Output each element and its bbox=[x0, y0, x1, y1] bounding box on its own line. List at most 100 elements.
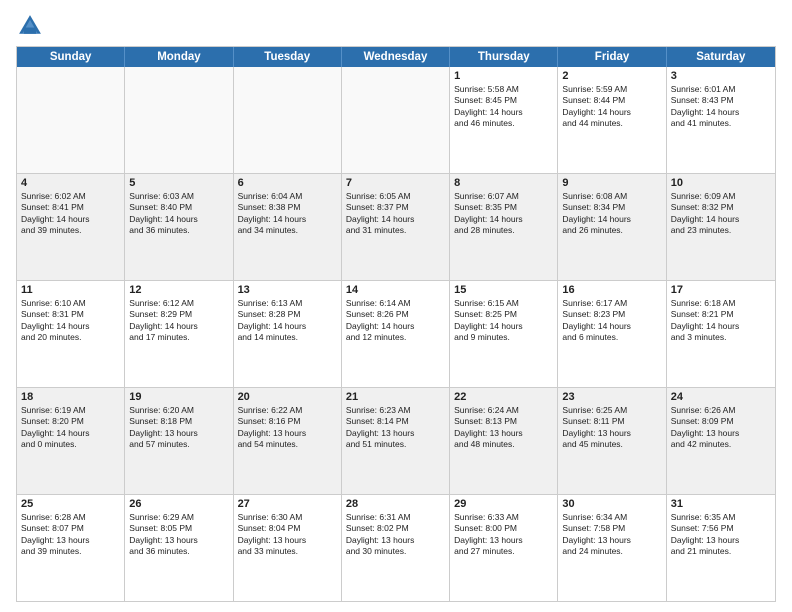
calendar-row: 11Sunrise: 6:10 AM Sunset: 8:31 PM Dayli… bbox=[17, 281, 775, 388]
day-number: 14 bbox=[346, 284, 445, 296]
calendar-cell: 26 Sunrise: 6:29 AM Sunset: 8:05 PM Dayli… bbox=[125, 495, 233, 601]
calendar-cell: 20 Sunrise: 6:22 AM Sunset: 8:16 PM Dayli… bbox=[234, 388, 342, 494]
cell-text: Sunrise: 6:14 AM Sunset: 8:26 PM Dayligh… bbox=[346, 298, 415, 342]
day-number: 10 bbox=[671, 177, 771, 189]
cell-text: Sunrise: 6:25 AM Sunset: 8:11 PM Dayligh… bbox=[562, 405, 631, 449]
calendar: SundayMondayTuesdayWednesdayThursdayFrid… bbox=[16, 46, 776, 602]
day-number: 4 bbox=[21, 177, 120, 189]
calendar-cell: 4 Sunrise: 6:02 AM Sunset: 8:41 PM Daylig… bbox=[17, 174, 125, 280]
page: SundayMondayTuesdayWednesdayThursdayFrid… bbox=[0, 0, 792, 612]
day-number: 12 bbox=[129, 284, 228, 296]
calendar-cell: 18 Sunrise: 6:19 AM Sunset: 8:20 PM Dayli… bbox=[17, 388, 125, 494]
calendar-cell: 23 Sunrise: 6:25 AM Sunset: 8:11 PM Dayli… bbox=[558, 388, 666, 494]
day-number: 5 bbox=[129, 177, 228, 189]
cell-text: Sunrise: 6:30 AM Sunset: 8:04 PM Dayligh… bbox=[238, 512, 307, 556]
cell-text: Sunrise: 6:17 AM Sunset: 8:23 PM Dayligh… bbox=[562, 298, 631, 342]
day-number: 31 bbox=[671, 498, 771, 510]
cell-text: Sunrise: 6:04 AM Sunset: 8:38 PM Dayligh… bbox=[238, 191, 307, 235]
calendar-row: 4 Sunrise: 6:02 AM Sunset: 8:41 PM Daylig… bbox=[17, 174, 775, 281]
day-number: 26 bbox=[129, 498, 228, 510]
calendar-cell: 24 Sunrise: 6:26 AM Sunset: 8:09 PM Dayli… bbox=[667, 388, 775, 494]
cell-text: Sunrise: 6:08 AM Sunset: 8:34 PM Dayligh… bbox=[562, 191, 631, 235]
calendar-cell: 30 Sunrise: 6:34 AM Sunset: 7:58 PM Dayli… bbox=[558, 495, 666, 601]
calendar-cell bbox=[125, 67, 233, 173]
cell-text: Sunrise: 6:19 AM Sunset: 8:20 PM Dayligh… bbox=[21, 405, 90, 449]
cell-text: Sunrise: 6:23 AM Sunset: 8:14 PM Dayligh… bbox=[346, 405, 415, 449]
day-number: 29 bbox=[454, 498, 553, 510]
cell-text: Sunrise: 6:02 AM Sunset: 8:41 PM Dayligh… bbox=[21, 191, 90, 235]
header-day: Monday bbox=[125, 47, 233, 67]
logo-icon bbox=[16, 12, 44, 40]
header bbox=[16, 12, 776, 40]
calendar-row: 18 Sunrise: 6:19 AM Sunset: 8:20 PM Dayli… bbox=[17, 388, 775, 495]
cell-text: Sunrise: 6:05 AM Sunset: 8:37 PM Dayligh… bbox=[346, 191, 415, 235]
calendar-cell: 14 Sunrise: 6:14 AM Sunset: 8:26 PM Dayli… bbox=[342, 281, 450, 387]
calendar-cell: 31 Sunrise: 6:35 AM Sunset: 7:56 PM Dayli… bbox=[667, 495, 775, 601]
calendar-cell: 22 Sunrise: 6:24 AM Sunset: 8:13 PM Dayli… bbox=[450, 388, 558, 494]
calendar-cell: 7Sunrise: 6:05 AM Sunset: 8:37 PM Daylig… bbox=[342, 174, 450, 280]
cell-text: Sunrise: 5:58 AM Sunset: 8:45 PM Dayligh… bbox=[454, 84, 523, 128]
day-number: 18 bbox=[21, 391, 120, 403]
calendar-cell: 3Sunrise: 6:01 AM Sunset: 8:43 PM Daylig… bbox=[667, 67, 775, 173]
cell-text: Sunrise: 6:26 AM Sunset: 8:09 PM Dayligh… bbox=[671, 405, 740, 449]
day-number: 16 bbox=[562, 284, 661, 296]
calendar-cell: 13Sunrise: 6:13 AM Sunset: 8:28 PM Dayli… bbox=[234, 281, 342, 387]
header-day: Friday bbox=[558, 47, 666, 67]
calendar-cell: 10 Sunrise: 6:09 AM Sunset: 8:32 PM Dayli… bbox=[667, 174, 775, 280]
day-number: 24 bbox=[671, 391, 771, 403]
day-number: 27 bbox=[238, 498, 337, 510]
calendar-row: 25Sunrise: 6:28 AM Sunset: 8:07 PM Dayli… bbox=[17, 495, 775, 601]
calendar-cell: 21 Sunrise: 6:23 AM Sunset: 8:14 PM Dayli… bbox=[342, 388, 450, 494]
cell-text: Sunrise: 6:24 AM Sunset: 8:13 PM Dayligh… bbox=[454, 405, 523, 449]
day-number: 1 bbox=[454, 70, 553, 82]
header-day: Thursday bbox=[450, 47, 558, 67]
cell-text: Sunrise: 6:34 AM Sunset: 7:58 PM Dayligh… bbox=[562, 512, 631, 556]
cell-text: Sunrise: 6:10 AM Sunset: 8:31 PM Dayligh… bbox=[21, 298, 90, 342]
day-number: 2 bbox=[562, 70, 661, 82]
cell-text: Sunrise: 6:18 AM Sunset: 8:21 PM Dayligh… bbox=[671, 298, 740, 342]
cell-text: Sunrise: 6:35 AM Sunset: 7:56 PM Dayligh… bbox=[671, 512, 740, 556]
cell-text: Sunrise: 6:33 AM Sunset: 8:00 PM Dayligh… bbox=[454, 512, 523, 556]
cell-text: Sunrise: 6:09 AM Sunset: 8:32 PM Dayligh… bbox=[671, 191, 740, 235]
cell-text: Sunrise: 6:20 AM Sunset: 8:18 PM Dayligh… bbox=[129, 405, 198, 449]
cell-text: Sunrise: 6:12 AM Sunset: 8:29 PM Dayligh… bbox=[129, 298, 198, 342]
calendar-cell: 6 Sunrise: 6:04 AM Sunset: 8:38 PM Daylig… bbox=[234, 174, 342, 280]
calendar-cell: 28Sunrise: 6:31 AM Sunset: 8:02 PM Dayli… bbox=[342, 495, 450, 601]
calendar-cell: 9Sunrise: 6:08 AM Sunset: 8:34 PM Daylig… bbox=[558, 174, 666, 280]
cell-text: Sunrise: 6:29 AM Sunset: 8:05 PM Dayligh… bbox=[129, 512, 198, 556]
day-number: 8 bbox=[454, 177, 553, 189]
cell-text: Sunrise: 6:03 AM Sunset: 8:40 PM Dayligh… bbox=[129, 191, 198, 235]
header-day: Tuesday bbox=[234, 47, 342, 67]
cell-text: Sunrise: 6:28 AM Sunset: 8:07 PM Dayligh… bbox=[21, 512, 90, 556]
calendar-header: SundayMondayTuesdayWednesdayThursdayFrid… bbox=[17, 47, 775, 67]
calendar-cell: 8Sunrise: 6:07 AM Sunset: 8:35 PM Daylig… bbox=[450, 174, 558, 280]
day-number: 30 bbox=[562, 498, 661, 510]
day-number: 21 bbox=[346, 391, 445, 403]
cell-text: Sunrise: 6:13 AM Sunset: 8:28 PM Dayligh… bbox=[238, 298, 307, 342]
day-number: 6 bbox=[238, 177, 337, 189]
calendar-cell: 27 Sunrise: 6:30 AM Sunset: 8:04 PM Dayli… bbox=[234, 495, 342, 601]
day-number: 15 bbox=[454, 284, 553, 296]
calendar-cell: 12 Sunrise: 6:12 AM Sunset: 8:29 PM Dayli… bbox=[125, 281, 233, 387]
calendar-cell: 15 Sunrise: 6:15 AM Sunset: 8:25 PM Dayli… bbox=[450, 281, 558, 387]
cell-text: Sunrise: 6:15 AM Sunset: 8:25 PM Dayligh… bbox=[454, 298, 523, 342]
day-number: 17 bbox=[671, 284, 771, 296]
header-day: Sunday bbox=[17, 47, 125, 67]
calendar-cell: 11Sunrise: 6:10 AM Sunset: 8:31 PM Dayli… bbox=[17, 281, 125, 387]
day-number: 28 bbox=[346, 498, 445, 510]
calendar-cell bbox=[342, 67, 450, 173]
day-number: 22 bbox=[454, 391, 553, 403]
calendar-cell: 29 Sunrise: 6:33 AM Sunset: 8:00 PM Dayli… bbox=[450, 495, 558, 601]
calendar-cell: 19Sunrise: 6:20 AM Sunset: 8:18 PM Dayli… bbox=[125, 388, 233, 494]
calendar-cell: 5 Sunrise: 6:03 AM Sunset: 8:40 PM Daylig… bbox=[125, 174, 233, 280]
cell-text: Sunrise: 5:59 AM Sunset: 8:44 PM Dayligh… bbox=[562, 84, 631, 128]
day-number: 23 bbox=[562, 391, 661, 403]
cell-text: Sunrise: 6:22 AM Sunset: 8:16 PM Dayligh… bbox=[238, 405, 307, 449]
calendar-cell: 2 Sunrise: 5:59 AM Sunset: 8:44 PM Daylig… bbox=[558, 67, 666, 173]
calendar-body: 1 Sunrise: 5:58 AM Sunset: 8:45 PM Daylig… bbox=[17, 67, 775, 601]
calendar-cell: 17 Sunrise: 6:18 AM Sunset: 8:21 PM Dayli… bbox=[667, 281, 775, 387]
calendar-cell: 25Sunrise: 6:28 AM Sunset: 8:07 PM Dayli… bbox=[17, 495, 125, 601]
calendar-cell: 1 Sunrise: 5:58 AM Sunset: 8:45 PM Daylig… bbox=[450, 67, 558, 173]
logo bbox=[16, 12, 48, 40]
day-number: 20 bbox=[238, 391, 337, 403]
